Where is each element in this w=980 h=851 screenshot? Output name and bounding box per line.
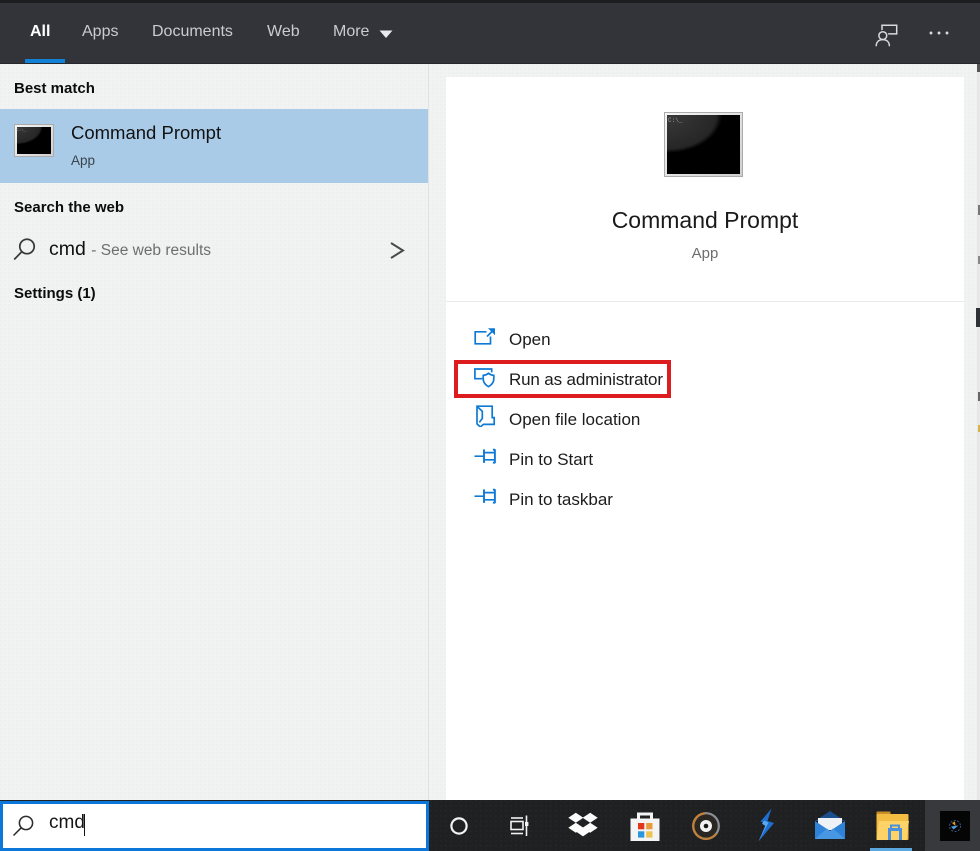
svg-text:C:\_: C:\_ bbox=[668, 117, 683, 124]
svg-text:C:\_: C:\_ bbox=[17, 128, 27, 133]
